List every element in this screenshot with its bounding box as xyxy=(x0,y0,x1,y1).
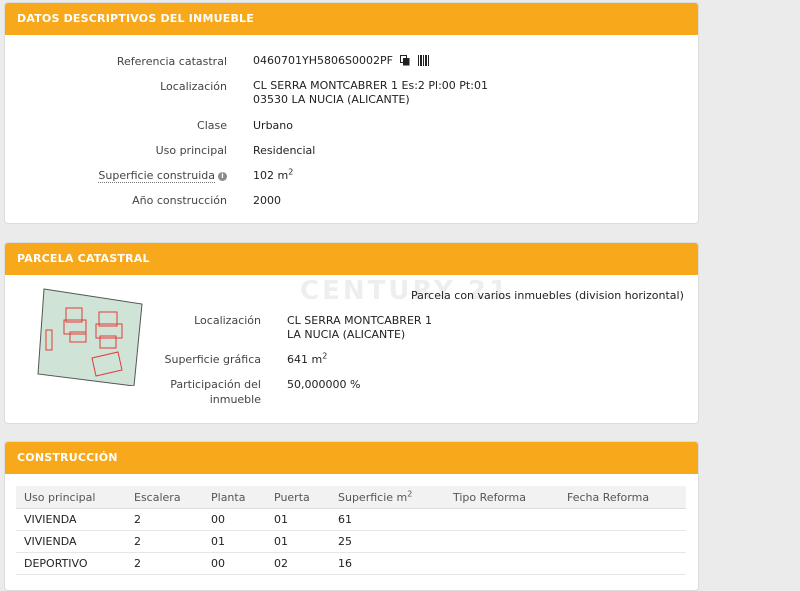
parcel-map[interactable] xyxy=(36,286,146,386)
superficie-grafica-unit-sup: 2 xyxy=(322,351,328,361)
cell-uso: VIVIENDA xyxy=(16,530,126,553)
construccion-table-header-row: Uso principal Escalera Planta Puerta Sup… xyxy=(16,486,686,509)
col-puerta: Puerta xyxy=(266,486,330,509)
clase-label: Clase xyxy=(197,119,227,132)
construccion-table: Uso principal Escalera Planta Puerta Sup… xyxy=(16,486,686,575)
info-icon[interactable]: i xyxy=(218,172,227,181)
cell-fecha-reforma xyxy=(559,552,686,575)
construccion-header: CONSTRUCCIÓN xyxy=(5,442,698,474)
cell-superficie: 61 xyxy=(330,508,445,531)
superficie-construida-value: 102 m xyxy=(253,169,289,182)
cell-puerta: 02 xyxy=(266,552,330,575)
cell-superficie: 16 xyxy=(330,552,445,575)
cell-fecha-reforma xyxy=(559,508,686,531)
referencia-label: Referencia catastral xyxy=(116,55,227,68)
superficie-construida-unit-sup: 2 xyxy=(288,167,294,177)
cell-tipo-reforma xyxy=(445,508,559,531)
parcela-localizacion-label: Localización xyxy=(194,314,261,327)
parcela-tipo: Parcela con varios inmuebles (division h… xyxy=(411,289,684,302)
cell-superficie: 25 xyxy=(330,530,445,553)
col-escalera: Escalera xyxy=(126,486,203,509)
participacion-value: 50,000000 % xyxy=(287,378,361,391)
anio-construccion-value: 2000 xyxy=(253,194,281,207)
cell-escalera: 2 xyxy=(126,530,203,553)
cell-tipo-reforma xyxy=(445,552,559,575)
referencia-value: 0460701YH5806S0002PF xyxy=(253,54,393,67)
barcode-icon[interactable] xyxy=(417,55,430,70)
cell-planta: 00 xyxy=(203,508,266,531)
cell-uso: VIVIENDA xyxy=(16,508,126,531)
cell-tipo-reforma xyxy=(445,530,559,553)
parcela-localizacion-line2: LA NUCIA (ALICANTE) xyxy=(287,328,406,341)
uso-principal-value: Residencial xyxy=(253,144,316,157)
superficie-grafica-label: Superficie gráfica xyxy=(164,353,262,366)
localizacion-value-line1: CL SERRA MONTCABRER 1 Es:2 Pl:00 Pt:01 xyxy=(253,79,488,92)
parcela-catastral-header: PARCELA CATASTRAL xyxy=(5,243,698,275)
localizacion-value-line2: 03530 LA NUCIA (ALICANTE) xyxy=(253,93,410,106)
datos-descriptivos-header: DATOS DESCRIPTIVOS DEL INMUEBLE xyxy=(5,3,698,35)
cell-escalera: 2 xyxy=(126,508,203,531)
superficie-grafica-value: 641 m xyxy=(287,353,323,366)
superficie-construida-value-row: 102 m2 xyxy=(253,167,294,183)
col-tipo-reforma: Tipo Reforma xyxy=(445,486,559,509)
participacion-label-line1: Participación del xyxy=(170,378,261,391)
table-row: VIVIENDA 2 00 01 61 xyxy=(16,508,686,531)
datos-descriptivos-panel: DATOS DESCRIPTIVOS DEL INMUEBLE xyxy=(4,2,699,224)
parcel-shape xyxy=(37,288,143,386)
participacion-label-line2: inmueble xyxy=(209,393,261,406)
cell-uso: DEPORTIVO xyxy=(16,552,126,575)
cell-planta: 00 xyxy=(203,552,266,575)
cell-puerta: 01 xyxy=(266,508,330,531)
col-superficie: Superficie m2 xyxy=(330,486,445,509)
cell-escalera: 2 xyxy=(126,552,203,575)
clase-value: Urbano xyxy=(253,119,293,132)
superficie-construida-label-row: Superficie construida i xyxy=(60,169,227,183)
cell-puerta: 01 xyxy=(266,530,330,553)
anio-construccion-label: Año construcción xyxy=(132,194,227,207)
col-superficie-sup: 2 xyxy=(407,488,413,498)
superficie-grafica-value-row: 641 m2 xyxy=(287,351,328,367)
uso-principal-label: Uso principal xyxy=(155,144,227,157)
cell-planta: 01 xyxy=(203,530,266,553)
referencia-value-row: 0460701YH5806S0002PF xyxy=(253,54,430,70)
localizacion-label: Localización xyxy=(160,80,227,93)
col-uso-principal: Uso principal xyxy=(16,486,126,509)
superficie-construida-label: Superficie construida xyxy=(98,169,215,183)
copy-icon[interactable] xyxy=(400,55,410,70)
col-fecha-reforma: Fecha Reforma xyxy=(559,486,686,509)
col-superficie-label: Superficie m xyxy=(338,490,408,504)
table-row: DEPORTIVO 2 00 02 16 xyxy=(16,552,686,575)
cell-fecha-reforma xyxy=(559,530,686,553)
col-planta: Planta xyxy=(203,486,266,509)
table-row: VIVIENDA 2 01 01 25 xyxy=(16,530,686,553)
parcela-localizacion-line1: CL SERRA MONTCABRER 1 xyxy=(287,314,433,327)
